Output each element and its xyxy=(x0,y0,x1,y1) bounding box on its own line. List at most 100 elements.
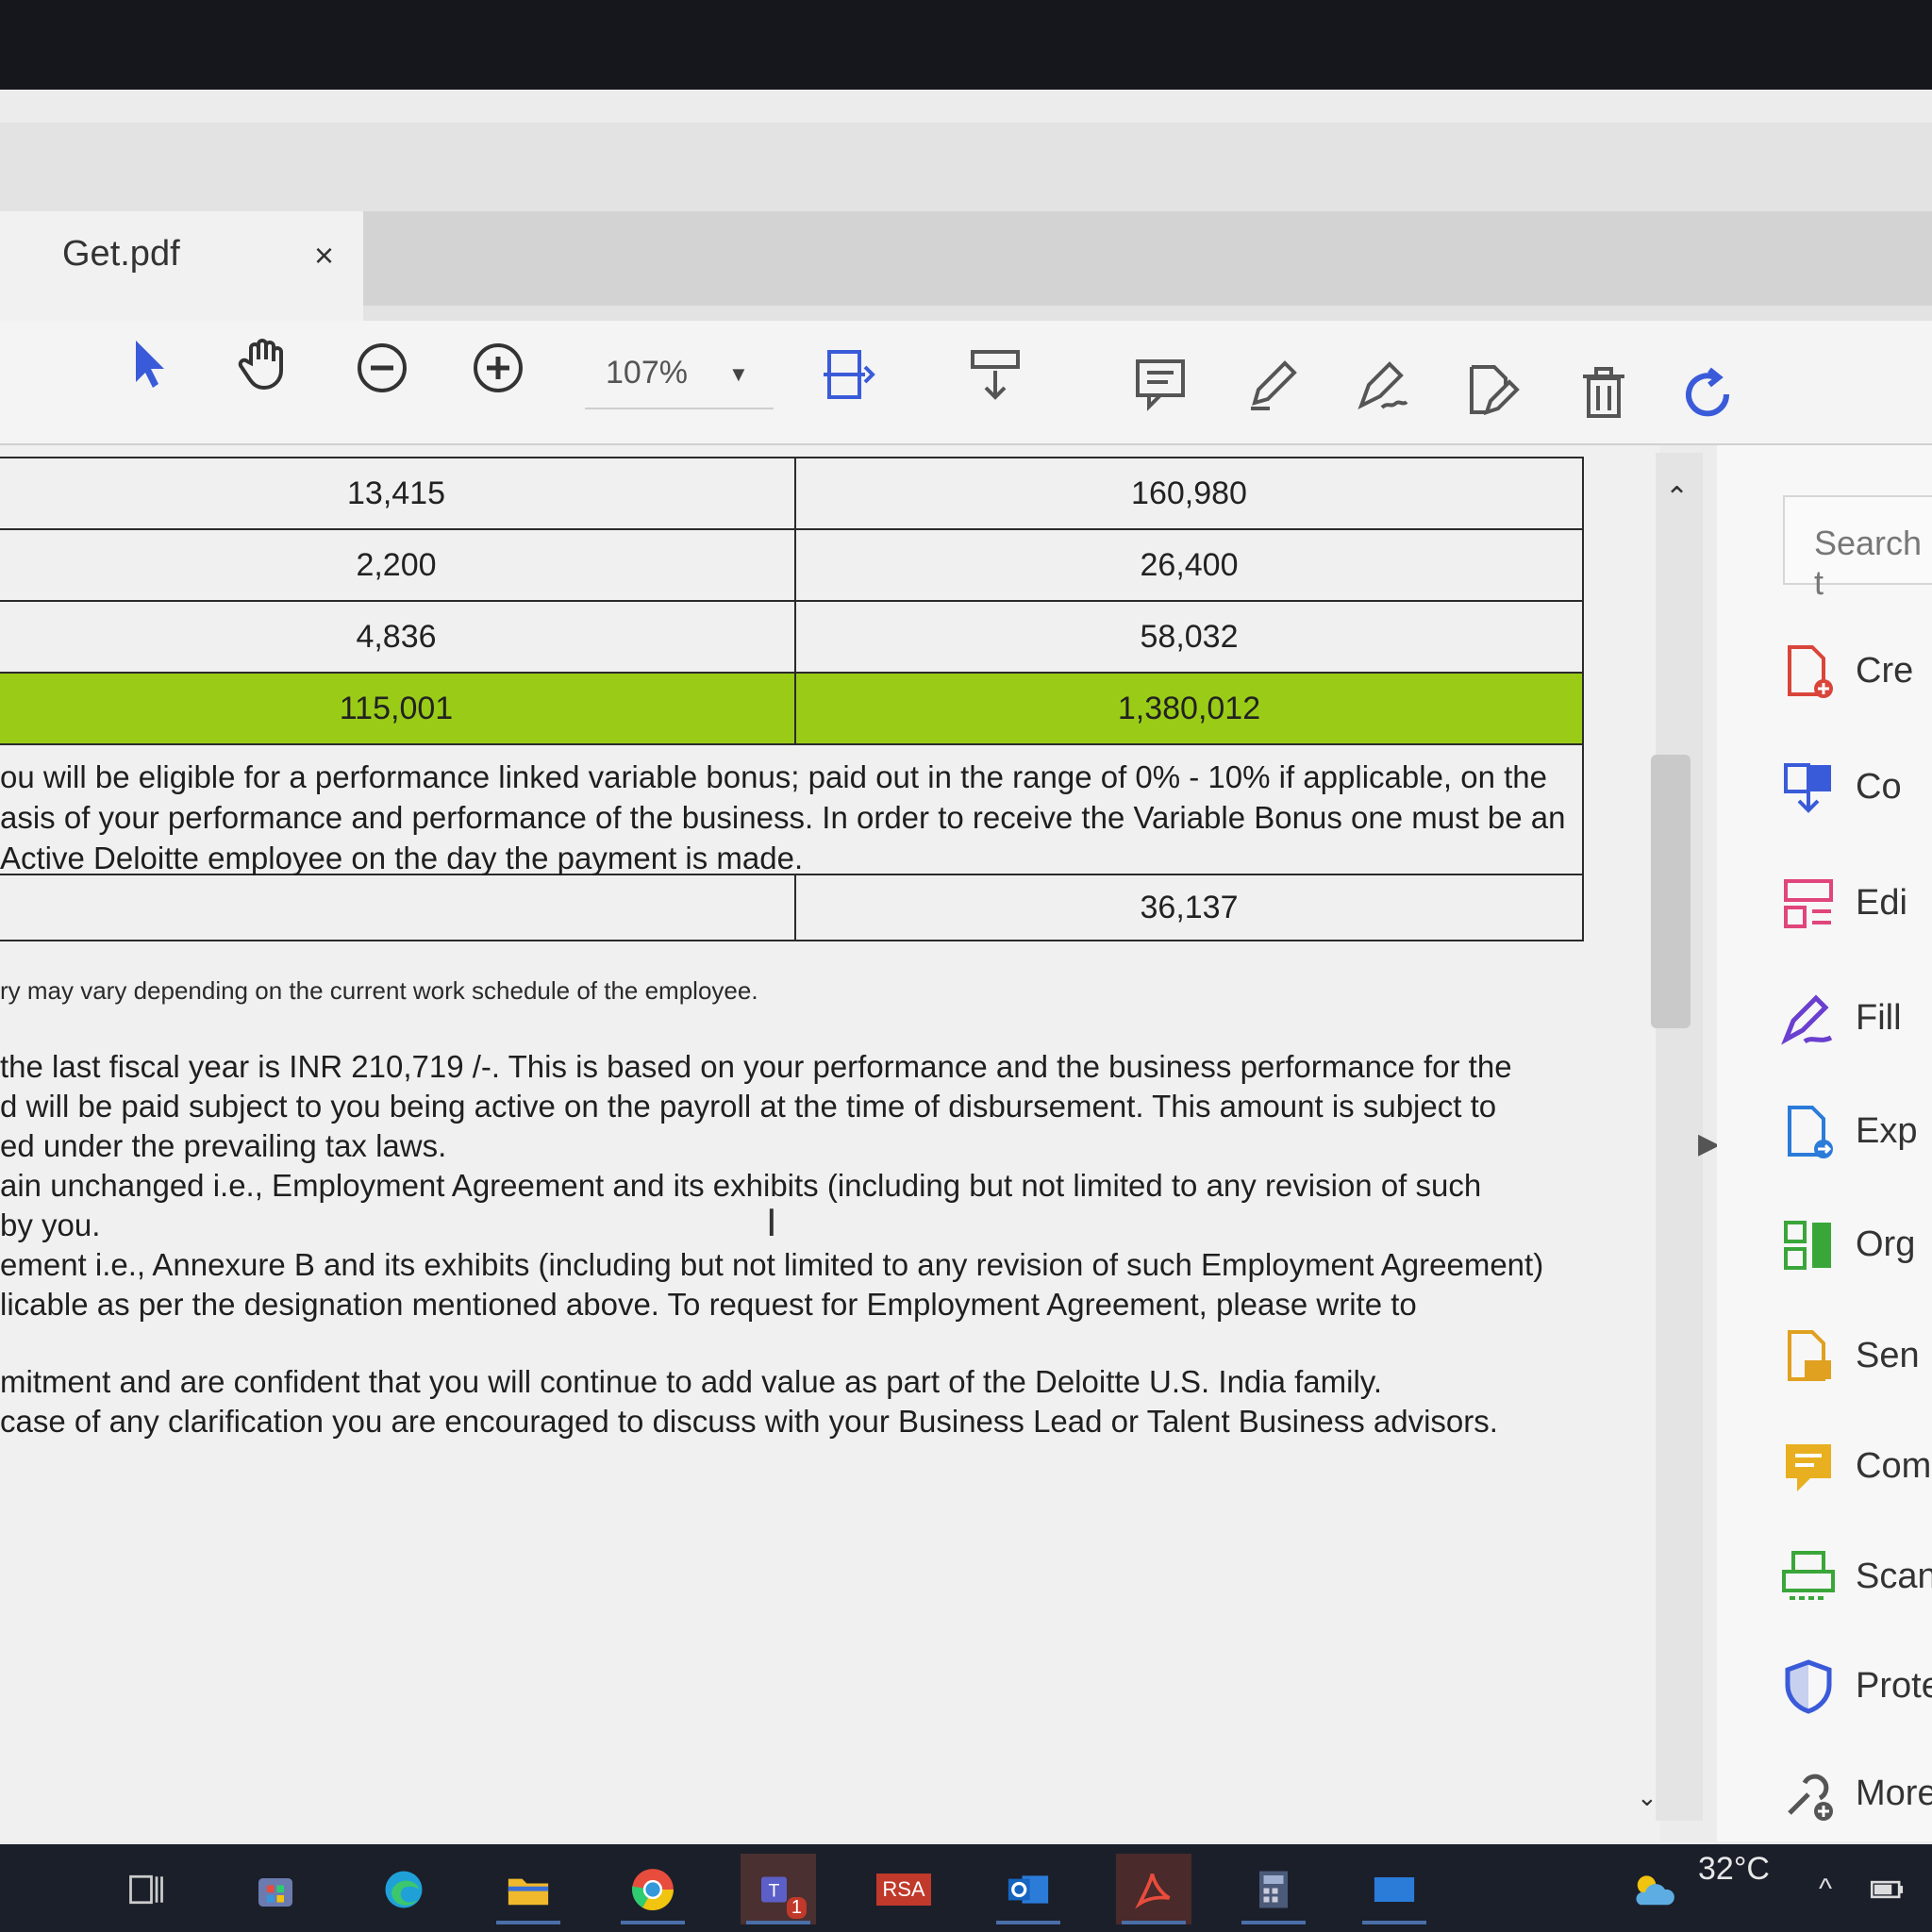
tool-edit-pdf[interactable]: Edi xyxy=(1778,866,1932,941)
tool-label: Cre xyxy=(1856,651,1914,691)
tool-create-pdf[interactable]: Cre xyxy=(1778,634,1932,709)
tool-send-for-comments[interactable]: Sen xyxy=(1778,1319,1932,1394)
edit-pdf-icon xyxy=(1784,879,1833,928)
zoom-dropdown[interactable]: 107% ▼ xyxy=(585,341,774,409)
task-view-icon xyxy=(129,1874,163,1904)
tab-close-button[interactable]: × xyxy=(314,236,334,275)
fit-page-button[interactable] xyxy=(813,341,879,408)
select-tool-button[interactable] xyxy=(118,330,184,396)
zoom-out-button[interactable] xyxy=(349,335,415,401)
edge-browser-icon xyxy=(385,1871,423,1907)
delete-button[interactable] xyxy=(1571,358,1637,425)
window-button[interactable] xyxy=(1357,1854,1432,1924)
paragraph-line: ed under the prevailing tax laws. xyxy=(0,1128,447,1163)
tools-search-placeholder: Search t xyxy=(1814,524,1923,602)
export-pdf-icon xyxy=(1788,1106,1833,1158)
create-pdf-icon xyxy=(1788,645,1833,698)
edit-button[interactable] xyxy=(1457,357,1524,423)
outlook-button[interactable] xyxy=(991,1854,1066,1924)
acrobat-button[interactable] xyxy=(1116,1854,1191,1924)
paragraph-line: by you. xyxy=(0,1208,101,1242)
outlook-icon xyxy=(1008,1874,1049,1904)
text-cursor-icon: I xyxy=(766,1200,777,1244)
tool-combine-files[interactable]: Co xyxy=(1778,750,1932,825)
tool-protect[interactable]: Prote xyxy=(1778,1649,1932,1724)
scrollbar-thumb[interactable] xyxy=(1651,755,1690,1028)
highlight-button[interactable] xyxy=(1241,351,1307,417)
tool-label: Org xyxy=(1856,1224,1916,1264)
comment-icon xyxy=(1136,359,1185,411)
battery-icon xyxy=(1870,1880,1904,1898)
vertical-scrollbar[interactable] xyxy=(1656,453,1703,1821)
scroll-up-icon[interactable]: ⌃ xyxy=(1665,481,1689,514)
store-button[interactable] xyxy=(238,1854,313,1924)
send-for-comments-icon xyxy=(1788,1330,1831,1381)
total-annual-cell: 1,380,012 xyxy=(794,672,1584,745)
file-explorer-button[interactable] xyxy=(491,1854,566,1924)
active-indicator xyxy=(496,1921,560,1924)
table-cell-monthly: 13,415 xyxy=(0,457,796,530)
trash-icon xyxy=(1583,367,1624,418)
tool-label: More xyxy=(1856,1774,1932,1813)
edge-button[interactable] xyxy=(366,1854,441,1924)
table-cell-annual: 26,400 xyxy=(794,528,1584,602)
paragraph-line: ain unchanged i.e., Employment Agreement… xyxy=(0,1168,1482,1203)
tool-fill-sign[interactable]: Fill xyxy=(1778,981,1932,1057)
tool-export-pdf[interactable]: Exp xyxy=(1778,1094,1932,1170)
tab-get-pdf[interactable] xyxy=(0,211,363,321)
rotate-button[interactable] xyxy=(1674,361,1740,427)
calculator-icon xyxy=(1259,1871,1288,1907)
paragraph-line: licable as per the designation mentioned… xyxy=(0,1287,1417,1322)
tool-scan-ocr[interactable]: Scan xyxy=(1778,1540,1932,1615)
chrome-button[interactable] xyxy=(615,1854,691,1924)
chevron-up-icon: ^ xyxy=(1818,1873,1833,1905)
active-indicator xyxy=(1122,1921,1186,1924)
tool-label: Edi xyxy=(1856,883,1907,923)
paragraph-line: case of any clarification you are encour… xyxy=(0,1404,1498,1439)
total-monthly-cell: 115,001 xyxy=(0,672,796,745)
tool-organize-pages[interactable]: Org xyxy=(1778,1208,1932,1283)
page-display-button[interactable] xyxy=(962,341,1028,408)
active-indicator xyxy=(1362,1921,1426,1924)
zoom-in-button[interactable] xyxy=(465,335,531,401)
plus-circle-icon xyxy=(474,343,523,392)
active-indicator xyxy=(1241,1921,1306,1924)
tool-label: Prote xyxy=(1856,1666,1932,1706)
combine-files-icon xyxy=(1784,763,1831,813)
scroll-down-icon[interactable]: ⌄ xyxy=(1637,1783,1657,1812)
monitor-bezel xyxy=(0,0,1932,90)
table-cell-monthly: 4,836 xyxy=(0,600,796,674)
active-indicator xyxy=(996,1921,1060,1924)
zoom-value: 107% xyxy=(606,355,688,391)
tool-label: Com xyxy=(1856,1446,1932,1486)
sign-button[interactable] xyxy=(1349,354,1415,420)
calculator-button[interactable] xyxy=(1236,1854,1311,1924)
active-indicator xyxy=(621,1921,685,1924)
tool-more-tools[interactable]: More xyxy=(1778,1757,1932,1832)
table-cell-empty xyxy=(0,874,796,941)
task-view-button[interactable] xyxy=(108,1854,184,1924)
scroll-mode-icon xyxy=(971,350,1020,400)
table-cell-monthly: 2,200 xyxy=(0,528,796,602)
teams-button[interactable]: T 1 xyxy=(741,1854,816,1924)
paragraph-line: ement i.e., Annexure B and its exhibits … xyxy=(0,1247,1544,1282)
minus-circle-icon xyxy=(358,343,407,392)
tray-device-button[interactable] xyxy=(1849,1854,1924,1924)
store-icon xyxy=(258,1877,292,1907)
active-indicator xyxy=(746,1921,810,1924)
temperature-label: 32°C xyxy=(1698,1851,1770,1887)
chrome-icon xyxy=(632,1868,674,1910)
rsa-button[interactable]: RSA xyxy=(866,1854,941,1924)
acrobat-icon xyxy=(1135,1873,1171,1908)
protect-icon xyxy=(1785,1659,1832,1714)
hand-tool-button[interactable] xyxy=(231,330,297,396)
tool-comment[interactable]: Com xyxy=(1778,1429,1932,1505)
tool-label: Co xyxy=(1856,767,1902,807)
fit-page-icon xyxy=(824,350,875,399)
comment-icon xyxy=(1786,1444,1831,1491)
paragraph-line: d will be paid subject to you being acti… xyxy=(0,1089,1497,1124)
weather-button[interactable] xyxy=(1615,1854,1690,1924)
tool-label: Scan xyxy=(1856,1557,1932,1596)
rsa-icon: RSA xyxy=(876,1873,931,1906)
add-comment-button[interactable] xyxy=(1127,349,1193,415)
